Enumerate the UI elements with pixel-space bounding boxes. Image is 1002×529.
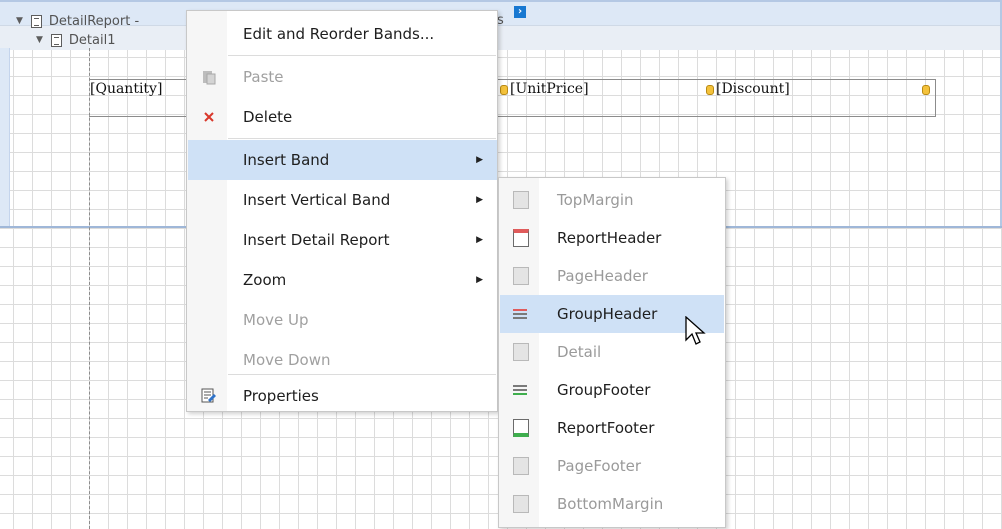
discount-cell[interactable]: [Discount]: [716, 81, 790, 97]
menu-item-paste[interactable]: Paste: [188, 57, 497, 97]
group-header-band-icon: [513, 305, 529, 323]
collapse-arrow-icon[interactable]: ▼: [36, 35, 43, 45]
detail-report-label: DetailReport -: [48, 13, 140, 29]
collapse-arrow-icon[interactable]: ▼: [16, 16, 23, 26]
menu-item-insert-vertical-band[interactable]: Insert Vertical Band ▶: [188, 180, 497, 220]
submenu-item-pageheader[interactable]: PageHeader: [500, 257, 724, 295]
submenu-item-label: ReportHeader: [557, 229, 662, 247]
menu-item-label: Properties: [243, 387, 319, 405]
report-footer-band-icon: [513, 419, 529, 437]
insert-band-submenu[interactable]: TopMargin ReportHeader PageHeader GroupH…: [498, 177, 726, 528]
menu-item-label: Edit and Reorder Bands...: [243, 25, 435, 43]
band-document-icon: [30, 14, 42, 28]
unitprice-cell[interactable]: [UnitPrice]: [510, 81, 589, 97]
report-header-band-icon: [513, 229, 529, 247]
submenu-item-reportfooter[interactable]: ReportFooter: [500, 409, 724, 447]
submenu-item-topmargin[interactable]: TopMargin: [500, 181, 724, 219]
band-left-strip: [0, 48, 10, 226]
submenu-item-label: PageHeader: [557, 267, 648, 285]
menu-item-edit-reorder-bands[interactable]: Edit and Reorder Bands...: [188, 14, 497, 54]
page-margin-line: [89, 48, 90, 529]
menu-separator: [228, 138, 496, 139]
menu-item-move-up[interactable]: Move Up: [188, 300, 497, 340]
submenu-item-reportheader[interactable]: ReportHeader: [500, 219, 724, 257]
group-footer-band-icon: [513, 381, 529, 399]
context-menu[interactable]: Edit and Reorder Bands... Paste Delete I…: [186, 10, 498, 412]
database-field-icon: [922, 85, 930, 95]
bottom-margin-band-icon: [513, 495, 529, 513]
smart-tag-icon[interactable]: ›: [514, 6, 526, 18]
menu-separator: [228, 374, 496, 375]
menu-item-label: Insert Band: [243, 151, 330, 169]
submenu-item-label: GroupHeader: [557, 305, 658, 323]
submenu-arrow-icon: ▶: [476, 275, 483, 285]
menu-item-insert-detail-report[interactable]: Insert Detail Report ▶: [188, 220, 497, 260]
submenu-item-groupfooter[interactable]: GroupFooter: [500, 371, 724, 409]
top-margin-band-icon: [513, 191, 529, 209]
band-document-icon: [50, 33, 62, 47]
mouse-cursor-icon: [685, 316, 706, 345]
database-field-icon: [706, 85, 714, 95]
submenu-item-pagefooter[interactable]: PageFooter: [500, 447, 724, 485]
database-field-icon: [500, 85, 508, 95]
submenu-arrow-icon: ▶: [476, 155, 483, 165]
menu-item-label: Move Up: [243, 311, 309, 329]
submenu-item-bottommargin[interactable]: BottomMargin: [500, 485, 724, 523]
submenu-item-label: ReportFooter: [557, 419, 655, 437]
menu-item-label: Move Down: [243, 351, 331, 369]
submenu-arrow-icon: ▶: [476, 195, 483, 205]
menu-item-insert-band[interactable]: Insert Band ▶: [188, 140, 497, 180]
detail-band-header-row[interactable]: [0, 25, 1002, 50]
menu-item-properties[interactable]: Properties: [188, 376, 497, 416]
delete-icon: [200, 108, 218, 126]
band-caption-tail: s: [497, 13, 504, 28]
menu-item-label: Delete: [243, 108, 293, 126]
submenu-item-label: GroupFooter: [557, 381, 651, 399]
detail-report-band-header[interactable]: ▼ DetailReport - ▼ Detail1 s ›: [0, 0, 1002, 50]
menu-separator: [228, 55, 496, 56]
menu-item-label: Zoom: [243, 271, 287, 289]
paste-icon: [200, 68, 218, 86]
quantity-cell[interactable]: [Quantity]: [90, 81, 162, 97]
submenu-item-label: PageFooter: [557, 457, 642, 475]
submenu-item-label: BottomMargin: [557, 495, 664, 513]
detail1-caption[interactable]: ▼ Detail1: [36, 28, 116, 52]
submenu-item-label: TopMargin: [557, 191, 634, 209]
detail-band-icon: [513, 343, 529, 361]
menu-item-label: Insert Detail Report: [243, 231, 390, 249]
detail1-label: Detail1: [68, 32, 116, 48]
menu-item-label: Paste: [243, 68, 284, 86]
page-header-band-icon: [513, 267, 529, 285]
page-footer-band-icon: [513, 457, 529, 475]
submenu-arrow-icon: ▶: [476, 235, 483, 245]
properties-icon: [200, 387, 218, 405]
submenu-item-label: Detail: [557, 343, 602, 361]
menu-item-delete[interactable]: Delete: [188, 97, 497, 137]
menu-item-label: Insert Vertical Band: [243, 191, 391, 209]
menu-item-zoom[interactable]: Zoom ▶: [188, 260, 497, 300]
